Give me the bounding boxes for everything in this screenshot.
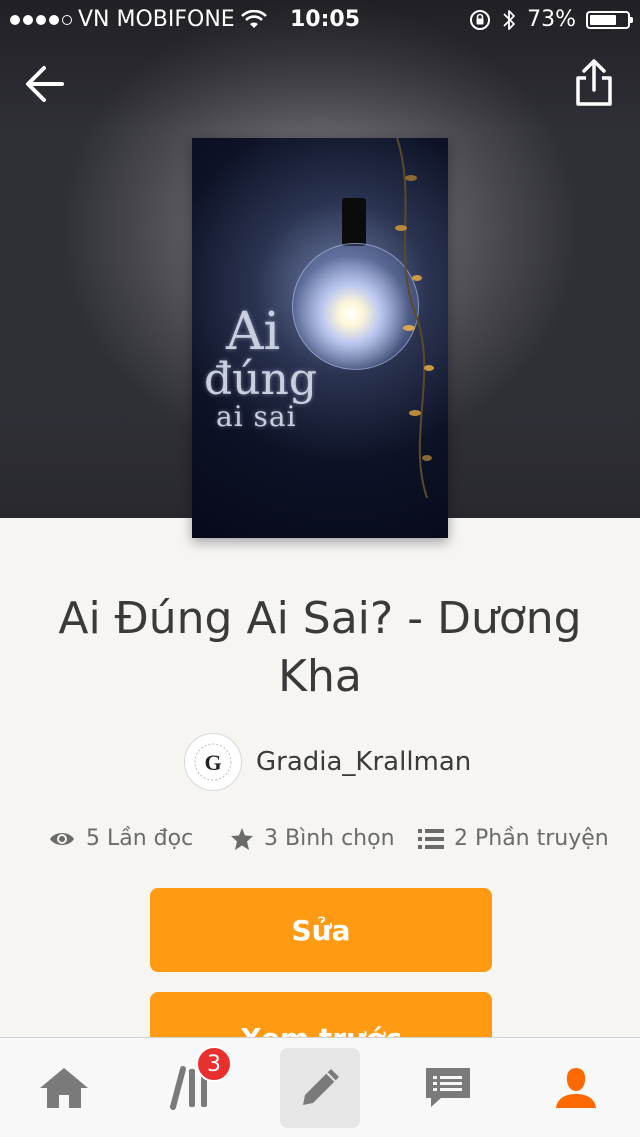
pencil-icon: [303, 1069, 339, 1105]
cover-title-line: Ai: [226, 302, 281, 362]
cover-title-line: ai sai: [216, 400, 297, 433]
back-button[interactable]: [18, 56, 74, 112]
svg-text:G: G: [204, 750, 221, 775]
votes-stat: 3 Bình chọn: [230, 826, 395, 851]
edit-button[interactable]: Sửa: [150, 888, 492, 972]
vine-illustration: [395, 138, 434, 498]
votes-count: 3 Bình chọn: [264, 826, 395, 851]
bluetooth-icon: [503, 9, 515, 30]
wifi-icon: [240, 9, 267, 28]
library-badge: 3: [196, 1046, 232, 1082]
signal-icon: [10, 14, 72, 25]
profile-icon: [556, 1068, 596, 1108]
story-title: Ai Đúng Ai Sai? - Dương Kha: [58, 593, 582, 702]
list-icon: [418, 828, 444, 849]
tab-profile[interactable]: [536, 1048, 616, 1128]
carrier-name: VN MOBIFONE: [78, 7, 235, 32]
parts-count: 2 Phần truyện: [454, 826, 609, 851]
author-avatar-logo: G: [194, 743, 232, 781]
author-row[interactable]: G Gradia_Krallman: [184, 732, 471, 792]
tab-home[interactable]: [24, 1048, 104, 1128]
status-bar: VN MOBIFONE 10:05 73%: [0, 0, 640, 40]
battery-icon: [586, 10, 633, 29]
avatar[interactable]: G: [184, 733, 242, 791]
tab-library[interactable]: 3: [152, 1046, 232, 1128]
battery-percent: 73%: [527, 7, 576, 32]
book-cover[interactable]: Ai đúng ai sai: [192, 138, 448, 538]
eye-icon: [50, 832, 74, 845]
cover-title-line: đúng: [204, 354, 318, 405]
share-icon: [576, 59, 612, 106]
messages-icon: [426, 1068, 470, 1107]
home-icon: [40, 1068, 88, 1108]
rotation-lock-icon: [470, 9, 491, 30]
tab-write[interactable]: [280, 1048, 360, 1128]
author-name[interactable]: Gradia_Krallman: [256, 747, 471, 777]
tab-bar: 3: [0, 1037, 640, 1137]
tab-messages[interactable]: [408, 1048, 488, 1128]
status-right: 73%: [469, 7, 633, 32]
cover-title-art: Ai đúng ai sai: [204, 306, 324, 432]
reads-count: 5 Lần đọc: [86, 826, 194, 851]
bulb-socket: [342, 198, 366, 246]
parts-stat: 2 Phần truyện: [418, 826, 609, 851]
share-button[interactable]: [566, 56, 622, 112]
reads-stat: 5 Lần đọc: [48, 826, 193, 851]
status-left: VN MOBIFONE: [10, 7, 267, 32]
star-icon: [231, 827, 253, 850]
status-time: 10:05: [290, 7, 361, 32]
story-stats: 5 Lần đọc 3 Bình chọn 2 Phần truyện: [0, 820, 640, 860]
arrow-left-icon: [26, 66, 64, 102]
battery-level: [590, 14, 616, 25]
